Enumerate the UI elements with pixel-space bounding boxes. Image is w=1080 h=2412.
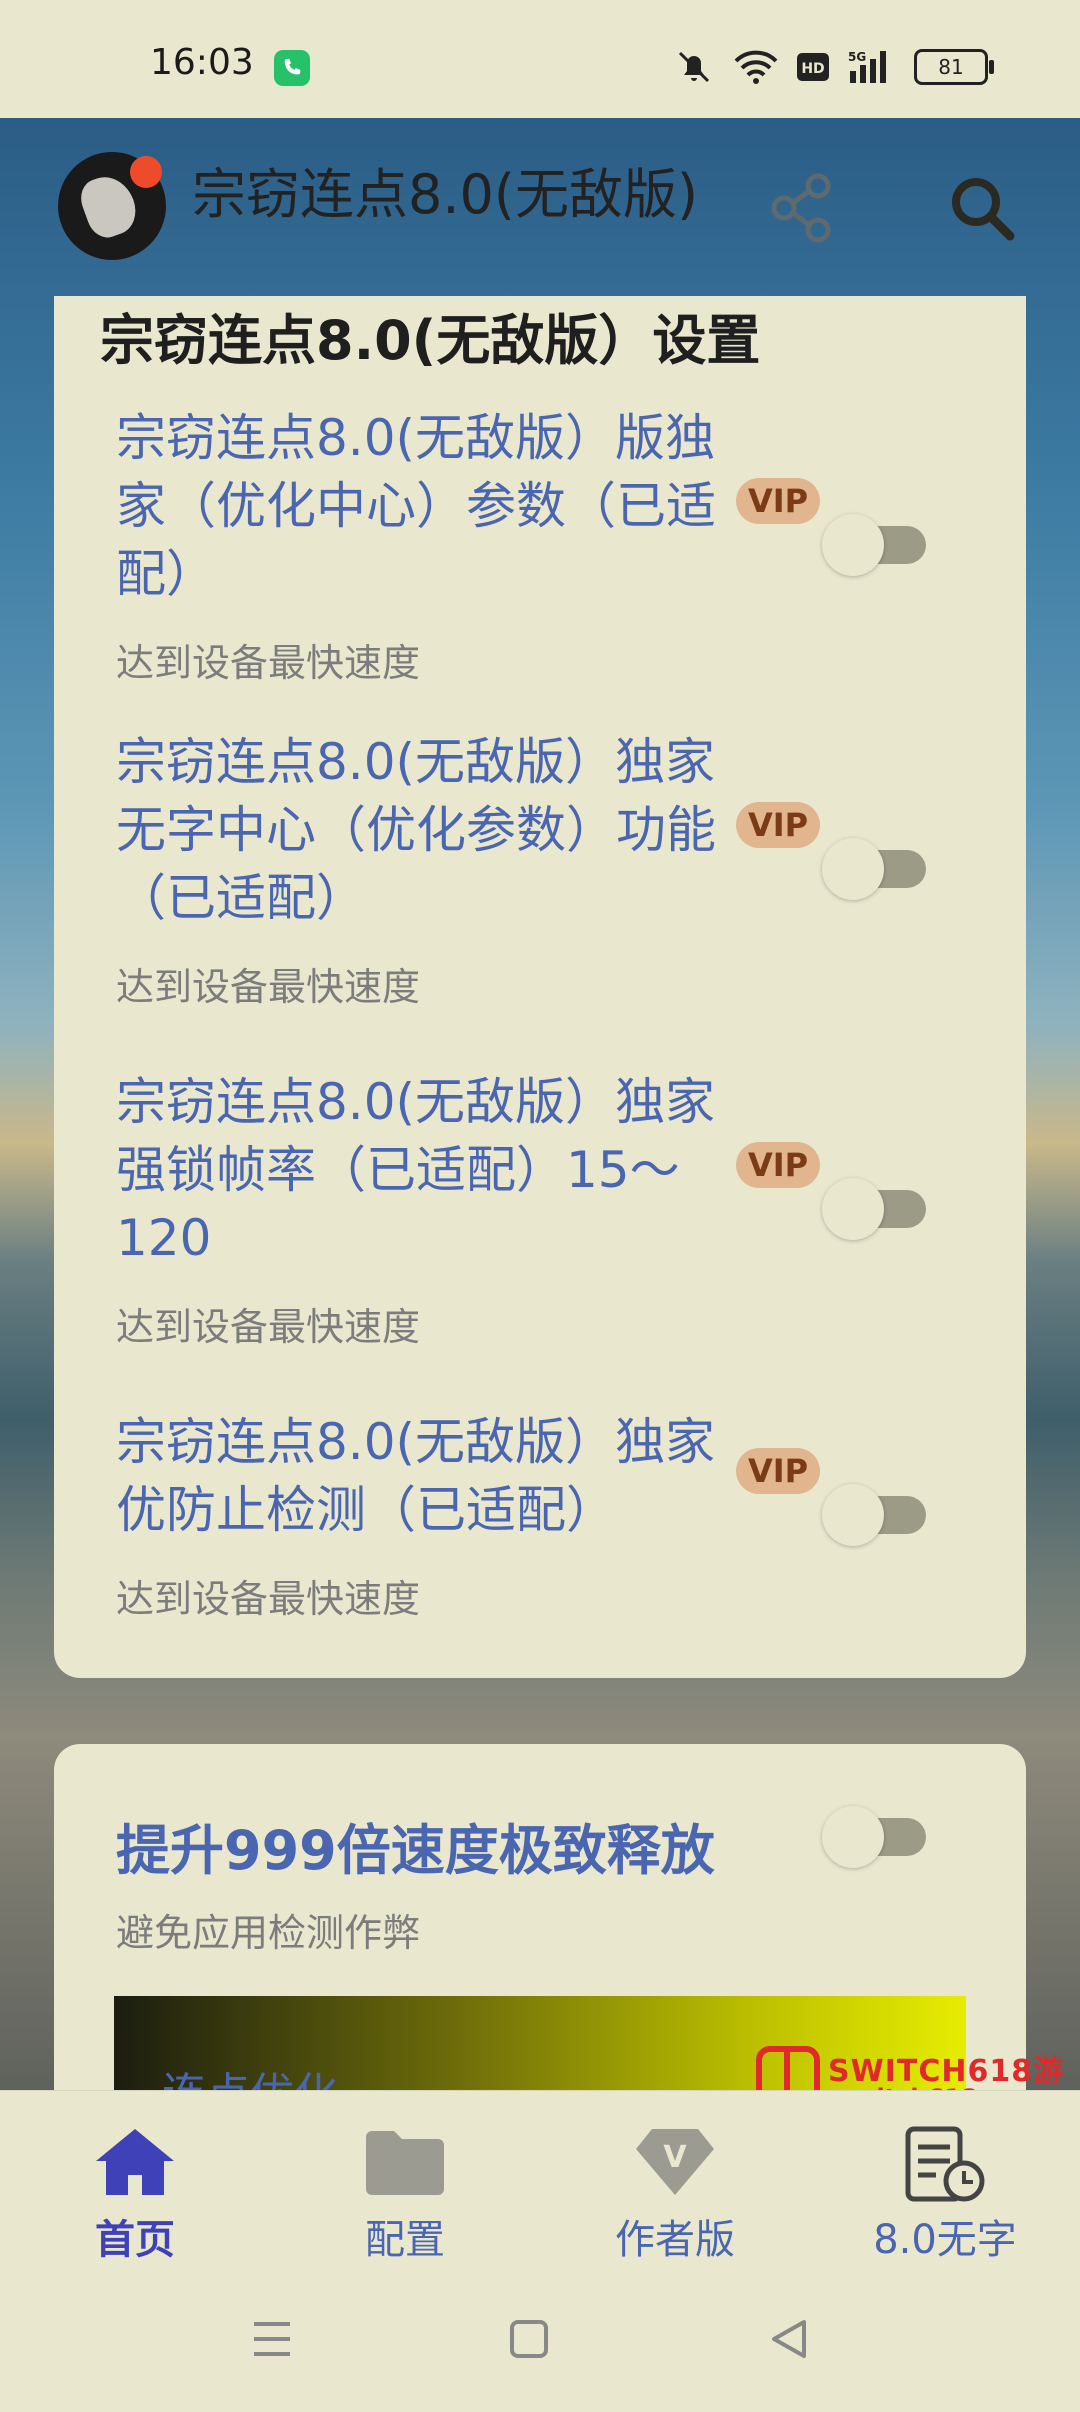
nav-item-no-text[interactable]: 8.0无字 (810, 2091, 1080, 2281)
battery-indicator: 81 (914, 49, 994, 85)
speed-card: 提升999倍速度极致释放 避免应用检测作弊 连点优化 (54, 1744, 1026, 2090)
setting-item-title: 宗窃连点8.0(无敌版）版独家（优化中心）参数（已适配） (116, 409, 716, 603)
nav-item-config[interactable]: 配置 (270, 2091, 540, 2281)
speed-card-title: 提升999倍速度极致释放 (116, 1819, 715, 1882)
home-button-icon[interactable] (510, 2320, 548, 2358)
status-time: 16:03 (150, 42, 254, 83)
svg-text:V: V (663, 2140, 687, 2175)
mute-bell-icon (678, 51, 710, 83)
nav-label: 作者版 (615, 2217, 735, 2263)
vip-badge: VIP (736, 1448, 820, 1494)
nav-label: 首页 (95, 2217, 175, 2263)
back-icon[interactable] (768, 2318, 808, 2360)
share-icon[interactable] (768, 172, 836, 244)
wifi-icon (734, 50, 778, 84)
setting-toggle[interactable] (822, 832, 926, 908)
document-clock-icon (905, 2126, 985, 2202)
settings-card: 宗窃连点8.0(无敌版）设置 宗窃连点8.0(无敌版）版独家（优化中心）参数（已… (54, 296, 1026, 1678)
setting-item-title: 宗窃连点8.0(无敌版）独家强锁帧率（已适配）15～120 (116, 1073, 716, 1267)
diamond-v-icon: V (636, 2129, 714, 2195)
search-icon[interactable] (946, 172, 1018, 244)
setting-item-subtitle: 达到设备最快速度 (116, 965, 421, 1009)
settings-card-title: 宗窃连点8.0(无敌版）设置 (100, 309, 761, 372)
folder-icon (366, 2131, 444, 2195)
status-icons: HD 5G 81 (672, 46, 994, 88)
speed-toggle[interactable] (822, 1800, 926, 1876)
app-title: 宗窃连点8.0(无敌版) (192, 163, 699, 226)
setting-item-subtitle: 达到设备最快速度 (116, 641, 421, 685)
vip-badge: VIP (736, 478, 820, 524)
setting-toggle[interactable] (822, 1172, 926, 1248)
recents-menu-icon[interactable] (252, 2320, 292, 2358)
nav-label: 8.0无字 (873, 2217, 1017, 2263)
system-nav-bar (0, 2280, 1080, 2412)
bottom-nav: 首页 配置 V 作者版 8.0无字 (0, 2090, 1080, 2281)
svg-text:HD: HD (801, 61, 824, 77)
speed-card-subtitle: 避免应用检测作弊 (116, 1911, 421, 1955)
hd-icon: HD (797, 53, 829, 81)
nav-item-author[interactable]: V 作者版 (540, 2091, 810, 2281)
status-bar: 16:03 HD 5G 81 (0, 0, 1080, 118)
notification-dot (130, 156, 162, 188)
svg-text:5G: 5G (848, 50, 866, 64)
setting-item-title: 宗窃连点8.0(无敌版）独家无字中心（优化参数）功能（已适配） (116, 733, 716, 927)
setting-toggle[interactable] (822, 1478, 926, 1554)
setting-item-subtitle: 达到设备最快速度 (116, 1577, 421, 1621)
optimization-banner-label: 连点优化 (162, 2058, 338, 2090)
vip-badge: VIP (736, 1142, 820, 1188)
signal-5g-icon: 5G (848, 50, 886, 83)
nav-label: 配置 (365, 2217, 445, 2263)
setting-toggle[interactable] (822, 508, 926, 584)
vip-badge: VIP (736, 802, 820, 848)
setting-item-subtitle: 达到设备最快速度 (116, 1305, 421, 1349)
phone-call-icon (274, 50, 310, 86)
setting-item-title: 宗窃连点8.0(无敌版）独家优防止检测（已适配） (116, 1413, 716, 1539)
nav-item-home[interactable]: 首页 (0, 2091, 270, 2281)
home-icon (96, 2129, 174, 2195)
